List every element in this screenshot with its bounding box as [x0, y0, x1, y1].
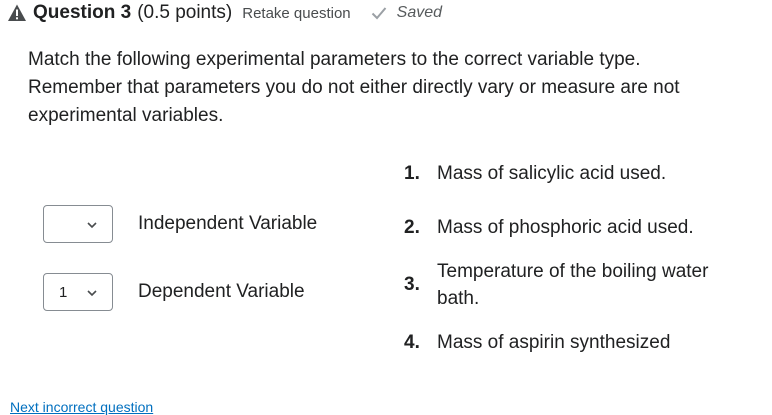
question-header: Question 3 (0.5 points) Retake question … [7, 1, 442, 25]
choice-number: 1. [404, 162, 420, 184]
independent-variable-select[interactable] [43, 205, 113, 243]
choice-item-3: 3. Temperature of the boiling water bath… [404, 258, 737, 312]
choice-number: 3. [404, 274, 420, 295]
match-row-dependent: 1 Dependent Variable [43, 272, 305, 312]
dependent-variable-select[interactable]: 1 [43, 273, 113, 311]
prompt-line-1: Match the following experimental paramet… [28, 49, 641, 70]
independent-variable-label: Independent Variable [138, 213, 318, 234]
choice-number: 4. [404, 331, 420, 353]
choice-item-1: 1. Mass of salicylic acid used. [404, 160, 666, 187]
prompt-line-2: Remember that parameters you do not eith… [28, 77, 680, 126]
question-title: Question 3 [33, 2, 132, 23]
choice-text: Mass of aspirin synthesized [437, 332, 671, 353]
saved-status: Saved [396, 4, 443, 21]
checkmark-icon [371, 6, 387, 20]
choice-item-4: 4. Mass of aspirin synthesized [404, 329, 670, 356]
question-prompt: Match the following experimental paramet… [28, 46, 728, 130]
choice-text: Temperature of the boiling water bath. [437, 261, 709, 309]
choice-text: Mass of salicylic acid used. [437, 163, 667, 184]
question-points: (0.5 points) [137, 2, 233, 23]
next-incorrect-question-link[interactable]: Next incorrect question [10, 399, 153, 415]
choice-number: 2. [404, 216, 420, 238]
chevron-down-icon [87, 221, 97, 229]
warning-triangle-icon [7, 3, 27, 23]
dependent-variable-label: Dependent Variable [138, 281, 305, 302]
match-row-independent: Independent Variable [43, 204, 317, 244]
retake-question-link[interactable]: Retake question [242, 5, 350, 22]
select-value: 1 [59, 283, 68, 301]
choice-item-2: 2. Mass of phosphoric acid used. [404, 214, 694, 241]
choice-text: Mass of phosphoric acid used. [437, 217, 694, 238]
chevron-down-icon [87, 289, 97, 297]
